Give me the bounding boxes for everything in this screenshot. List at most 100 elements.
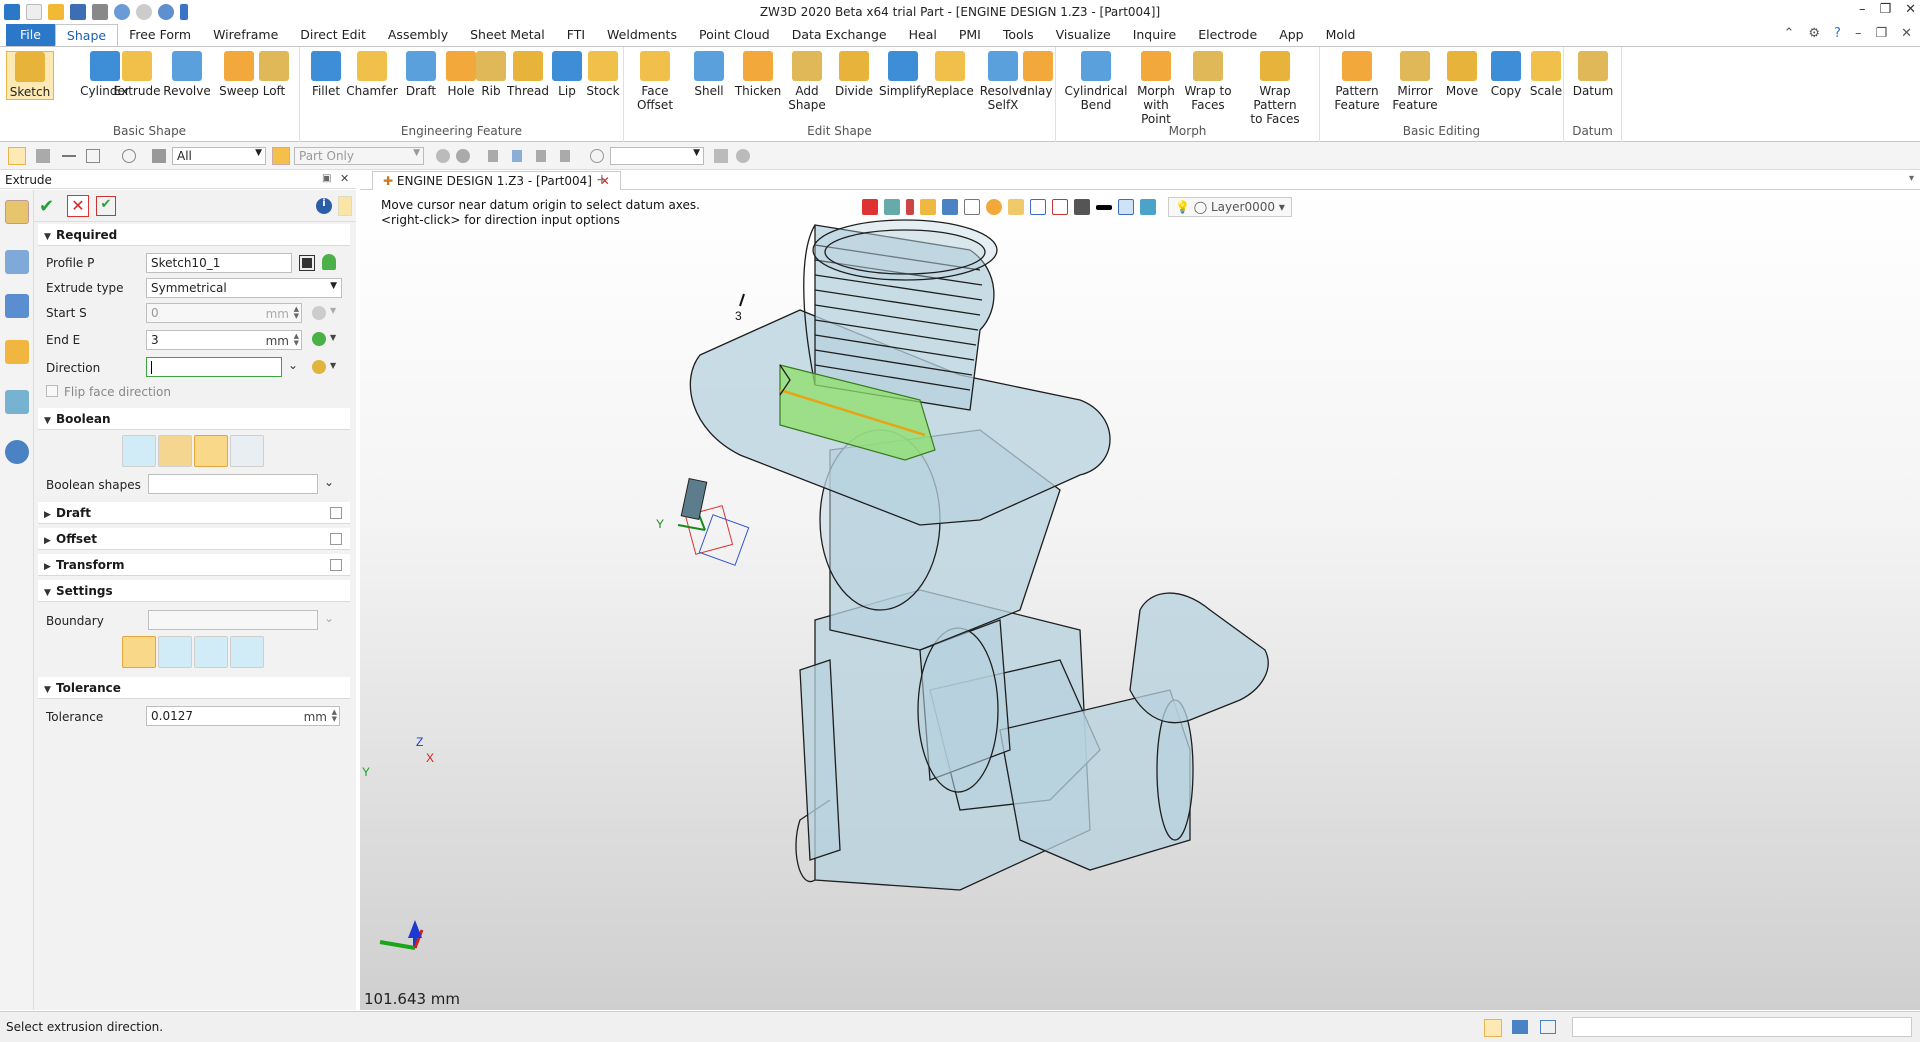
end-field[interactable]: 3 mm ▲ ▼	[146, 330, 302, 350]
minimize-icon[interactable]: –	[1859, 2, 1866, 17]
ribbon-button-move[interactable]: Move	[1442, 51, 1482, 98]
select-profile-icon[interactable]	[299, 255, 315, 271]
background-icon[interactable]	[1074, 199, 1090, 215]
ok-check-icon[interactable]: ✔	[39, 196, 61, 217]
cube-blue-icon[interactable]	[942, 199, 958, 215]
help-icon[interactable]: ?	[1834, 26, 1841, 41]
ribbon-button-draft[interactable]: Draft	[402, 51, 440, 98]
start-options-icon[interactable]	[312, 306, 326, 320]
menu-tab-inquire[interactable]: Inquire	[1122, 24, 1188, 46]
ribbon-button-chamfer[interactable]: Chamfer	[344, 51, 400, 98]
double-chevron-down-icon[interactable]: ⌄	[288, 358, 298, 372]
open-folder-icon[interactable]	[48, 4, 64, 20]
ribbon-button-morph-with-point[interactable]: Morph with Point	[1126, 51, 1186, 126]
panel-close-icon[interactable]: ✕	[340, 172, 349, 185]
align-right-icon[interactable]	[536, 150, 546, 162]
restore-icon[interactable]: ❐	[1879, 2, 1891, 17]
status-view-3-icon[interactable]	[1540, 1020, 1556, 1034]
menu-tab-data-exchange[interactable]: Data Exchange	[781, 24, 898, 46]
minus-icon[interactable]	[62, 155, 76, 157]
ribbon-button-sketch[interactable]: Sketch	[6, 51, 54, 100]
new-file-icon[interactable]	[26, 4, 42, 20]
render-mode-icon[interactable]	[986, 199, 1002, 215]
ribbon-button-datum[interactable]: Datum	[1572, 51, 1614, 98]
menu-tab-file[interactable]: File	[6, 24, 55, 46]
ribbon-button-cylindrical-bend[interactable]: Cylindrical Bend	[1065, 51, 1127, 112]
offset-checkbox[interactable]	[330, 533, 342, 545]
status-view-1-icon[interactable]	[1484, 1019, 1502, 1037]
pin-icon[interactable]	[560, 150, 570, 162]
part-model[interactable]: Y 3 Z Y X	[360, 190, 1920, 1010]
undo-icon[interactable]	[114, 4, 130, 20]
boolean-add-button[interactable]	[158, 435, 192, 467]
cancel-x-icon[interactable]: ✕	[67, 195, 89, 217]
new-tab-icon[interactable]: +	[596, 172, 608, 188]
menu-tab-shape[interactable]: Shape	[54, 24, 119, 46]
ribbon-button-wrap-to-faces[interactable]: Wrap to Faces	[1182, 51, 1234, 112]
part-icon[interactable]	[272, 147, 290, 165]
expand-panel-icon[interactable]	[338, 196, 352, 216]
draft-checkbox[interactable]	[330, 507, 342, 519]
ribbon-button-simplify[interactable]: Simplify	[879, 51, 927, 98]
black-line-icon[interactable]	[1096, 204, 1112, 210]
tab-list-icon[interactable]: ▾	[1909, 173, 1914, 184]
menu-tab-weldments[interactable]: Weldments	[596, 24, 688, 46]
filter-gear-icon[interactable]	[436, 149, 450, 163]
datum-origin[interactable]: Y	[656, 477, 750, 566]
pencil-icon[interactable]	[906, 199, 914, 215]
menu-tab-assembly[interactable]: Assembly	[377, 24, 459, 46]
ribbon-button-stock[interactable]: Stock	[586, 51, 620, 98]
settings-option-2-button[interactable]	[158, 636, 192, 668]
tool-b-icon[interactable]	[736, 149, 750, 163]
ribbon-button-copy[interactable]: Copy	[1486, 51, 1526, 98]
refresh-icon[interactable]	[158, 4, 174, 20]
user-icon[interactable]	[5, 440, 29, 464]
align-left-icon[interactable]	[488, 150, 498, 162]
snap-icon[interactable]	[36, 149, 50, 163]
selection-filter-select[interactable]: All ▼	[172, 147, 266, 165]
frame-icon[interactable]	[1118, 199, 1134, 215]
ribbon-button-replace[interactable]: Replace	[926, 51, 974, 98]
menu-tab-heal[interactable]: Heal	[898, 24, 948, 46]
menu-tab-sheet-metal[interactable]: Sheet Metal	[459, 24, 556, 46]
transform-checkbox[interactable]	[330, 559, 342, 571]
section-settings[interactable]: ▼ Settings	[38, 580, 350, 602]
select-pointer-icon[interactable]	[8, 147, 26, 165]
ribbon-button-pattern-feature[interactable]: Pattern Feature	[1330, 51, 1384, 112]
fit-view-icon[interactable]	[1030, 199, 1046, 215]
ribbon-button-add-shape[interactable]: Add Shape	[784, 51, 830, 112]
bar-chart-icon[interactable]	[152, 149, 166, 163]
boolean-intersect-button[interactable]	[230, 435, 264, 467]
menu-tab-tools[interactable]: Tools	[992, 24, 1045, 46]
history-tree-icon[interactable]	[5, 250, 29, 274]
scope-select[interactable]: Part Only ▼	[294, 147, 424, 165]
doc-minimize-icon[interactable]: –	[1855, 26, 1862, 41]
clock-icon[interactable]	[590, 149, 604, 163]
graphics-viewport[interactable]: Y 3 Z Y X	[360, 190, 1920, 1010]
shape-filter-icon[interactable]	[122, 149, 136, 163]
status-view-2-icon[interactable]	[1512, 1020, 1528, 1034]
settings-option-4-button[interactable]	[230, 636, 264, 668]
ribbon-button-fillet[interactable]: Fillet	[308, 51, 344, 98]
start-spinner-icon[interactable]: ▲ ▼	[294, 306, 299, 320]
ribbon-button-mirror-feature[interactable]: Mirror Feature	[1388, 51, 1442, 112]
tolerance-spinner-icon[interactable]: ▲ ▼	[332, 709, 337, 723]
view-cube-icon[interactable]	[964, 199, 980, 215]
section-boolean[interactable]: ▼ Boolean	[38, 408, 350, 430]
chevron-down-icon[interactable]: ▼	[330, 306, 336, 315]
assembly-tree-icon[interactable]	[5, 294, 29, 318]
chevron-down-icon[interactable]: ▼	[330, 361, 336, 370]
double-chevron-down-icon[interactable]: ⌄	[324, 611, 334, 625]
flip-checkbox[interactable]	[46, 385, 58, 397]
boundary-field[interactable]	[148, 610, 318, 630]
section-draft[interactable]: ▶ Draft	[38, 502, 350, 524]
ribbon-button-thicken[interactable]: Thicken	[735, 51, 781, 98]
pick-profile-icon[interactable]	[322, 254, 336, 270]
menu-tab-electrode[interactable]: Electrode	[1187, 24, 1268, 46]
menu-tab-wireframe[interactable]: Wireframe	[202, 24, 289, 46]
settings-gear-icon[interactable]: ⚙	[1808, 26, 1820, 41]
end-spinner-icon[interactable]: ▲ ▼	[294, 333, 299, 347]
start-field[interactable]: 0 mm ▲ ▼	[146, 303, 302, 323]
redo-icon[interactable]	[136, 4, 152, 20]
chevron-down-icon[interactable]: ▼	[330, 333, 336, 342]
